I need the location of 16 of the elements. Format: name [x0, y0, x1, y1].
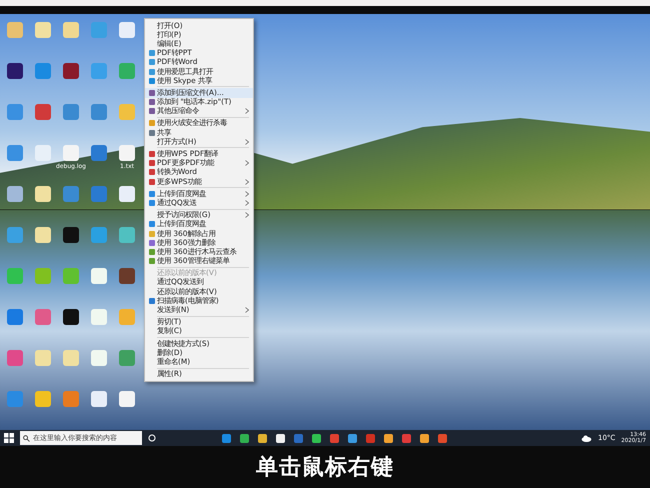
cloud-icon	[581, 434, 592, 442]
search-icon	[23, 434, 30, 442]
taskbar-app-icon[interactable]	[420, 434, 429, 442]
taskbar-app-icon[interactable]	[384, 434, 393, 442]
app-icon[interactable]	[7, 63, 23, 79]
taskbar-app-icon[interactable]	[276, 434, 285, 442]
windows-logo-icon[interactable]	[4, 433, 14, 443]
app-icon[interactable]	[35, 186, 51, 202]
app-icon[interactable]	[63, 227, 79, 243]
circle-icon[interactable]	[148, 434, 156, 442]
taskbar-app-icon[interactable]	[258, 434, 267, 442]
taskbar-app-icon[interactable]	[312, 434, 321, 442]
caption: 单击鼠标右键	[255, 454, 395, 482]
app-icon[interactable]	[119, 186, 135, 202]
app-icon[interactable]	[63, 309, 79, 325]
taskbar-app-icon[interactable]	[240, 434, 249, 442]
